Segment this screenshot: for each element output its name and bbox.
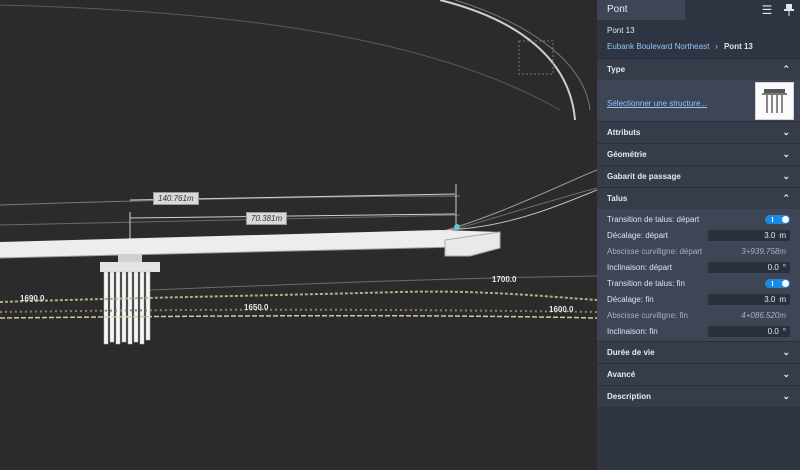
- station-label-1690: 1690.0: [20, 294, 45, 303]
- section-clearance-label: Gabarit de passage: [607, 172, 681, 181]
- row-offset-start: Décalage: départ 3.0 m: [597, 227, 800, 243]
- chevron-down-icon: ⌄: [782, 171, 790, 181]
- chevron-down-icon: ⌄: [782, 369, 790, 379]
- offset-end-unit: m: [779, 294, 786, 304]
- section-attributes-label: Attributs: [607, 128, 641, 137]
- panel-tabbar: Pont ☰: [597, 0, 800, 20]
- section-clearance[interactable]: Gabarit de passage ⌄: [597, 165, 800, 187]
- tab-pont[interactable]: Pont: [597, 0, 685, 20]
- dimension-label-short: 70.381m: [246, 212, 288, 225]
- incline-start-input[interactable]: 0.0 °: [708, 261, 790, 273]
- section-lifespan[interactable]: Durée de vie ⌄: [597, 341, 800, 363]
- chevron-up-icon: ⌃: [782, 193, 790, 203]
- section-advanced[interactable]: Avancé ⌄: [597, 363, 800, 385]
- section-type-header[interactable]: Type ⌃: [597, 58, 800, 80]
- section-advanced-label: Avancé: [607, 370, 636, 379]
- section-talus[interactable]: Talus ⌃: [597, 187, 800, 209]
- station-label-1600: 1600.0: [549, 305, 574, 314]
- 3d-viewport[interactable]: 140.761m 70.381m 1690.0 1650.0 1700.0 16…: [0, 0, 597, 470]
- chevron-down-icon: ⌄: [782, 391, 790, 401]
- structure-thumbnail[interactable]: [755, 82, 794, 120]
- properties-panel: Pont ☰ Pont 13 Eubank Boulevard Northeas…: [597, 0, 800, 470]
- incline-end-label: Inclinaison: fin: [607, 326, 658, 336]
- offset-end-value: 3.0: [764, 294, 776, 304]
- offset-start-value: 3.0: [764, 230, 776, 240]
- offset-start-unit: m: [779, 230, 786, 240]
- section-description[interactable]: Description ⌄: [597, 385, 800, 407]
- scene-drawing: [0, 0, 597, 345]
- breadcrumb-road-link[interactable]: Eubank Boulevard Northeast: [607, 42, 709, 58]
- row-incline-end: Inclinaison: fin 0.0 °: [597, 323, 800, 339]
- incline-end-unit: °: [782, 326, 786, 336]
- transition-start-label: Transition de talus: départ: [607, 214, 700, 224]
- row-transition-end: Transition de talus: fin: [597, 275, 800, 291]
- section-attributes[interactable]: Attributs ⌄: [597, 121, 800, 143]
- offset-start-input[interactable]: 3.0 m: [708, 229, 790, 241]
- station-start-label: Abscisse curviligne: départ: [607, 246, 703, 256]
- station-label-1700: 1700.0: [492, 275, 517, 284]
- row-incline-start: Inclinaison: départ 0.0 °: [597, 259, 800, 275]
- object-title: Pont 13: [607, 26, 635, 35]
- section-talus-body: Transition de talus: départ Décalage: dé…: [597, 209, 800, 341]
- station-start-value: 3+939.758m: [741, 246, 786, 256]
- offset-end-input[interactable]: 3.0 m: [708, 293, 790, 305]
- station-end-label: Abscisse curviligne: fin: [607, 310, 688, 320]
- transition-end-label: Transition de talus: fin: [607, 278, 685, 288]
- transition-start-toggle[interactable]: [765, 214, 790, 224]
- pin-icon[interactable]: [778, 0, 800, 20]
- transition-end-toggle[interactable]: [765, 278, 790, 288]
- dimension-label-long: 140.761m: [153, 192, 199, 205]
- breadcrumb-separator: ›: [715, 42, 718, 51]
- incline-end-input[interactable]: 0.0 °: [708, 325, 790, 337]
- incline-start-label: Inclinaison: départ: [607, 262, 672, 272]
- chevron-down-icon: ⌄: [782, 127, 790, 137]
- breadcrumb-current: Pont 13: [723, 42, 753, 51]
- section-description-label: Description: [607, 392, 652, 401]
- row-station-end: Abscisse curviligne: fin 4+086.520m: [597, 307, 800, 323]
- chevron-up-icon: ⌃: [782, 64, 790, 74]
- station-label-1650: 1650.0: [244, 303, 269, 312]
- select-structure-link[interactable]: Sélectionner une structure...: [607, 99, 707, 108]
- chevron-down-icon: ⌄: [782, 347, 790, 357]
- section-geometry[interactable]: Géométrie ⌄: [597, 143, 800, 165]
- chevron-down-icon: ⌄: [782, 149, 790, 159]
- breadcrumb: Eubank Boulevard Northeast › Pont 13: [597, 36, 800, 58]
- offset-start-label: Décalage: départ: [607, 230, 668, 240]
- section-type-label: Type: [607, 65, 626, 74]
- station-end-value: 4+086.520m: [741, 310, 786, 320]
- incline-start-unit: °: [782, 262, 786, 272]
- menu-icon[interactable]: ☰: [756, 0, 778, 20]
- row-transition-start: Transition de talus: départ: [597, 211, 800, 227]
- incline-start-value: 0.0: [767, 262, 779, 272]
- row-station-start: Abscisse curviligne: départ 3+939.758m: [597, 243, 800, 259]
- section-talus-label: Talus: [607, 194, 628, 203]
- section-lifespan-label: Durée de vie: [607, 348, 655, 357]
- incline-end-value: 0.0: [767, 326, 779, 336]
- section-type-body: Sélectionner une structure...: [597, 80, 800, 121]
- offset-end-label: Décalage: fin: [607, 294, 654, 304]
- section-geometry-label: Géométrie: [607, 150, 647, 159]
- row-offset-end: Décalage: fin 3.0 m: [597, 291, 800, 307]
